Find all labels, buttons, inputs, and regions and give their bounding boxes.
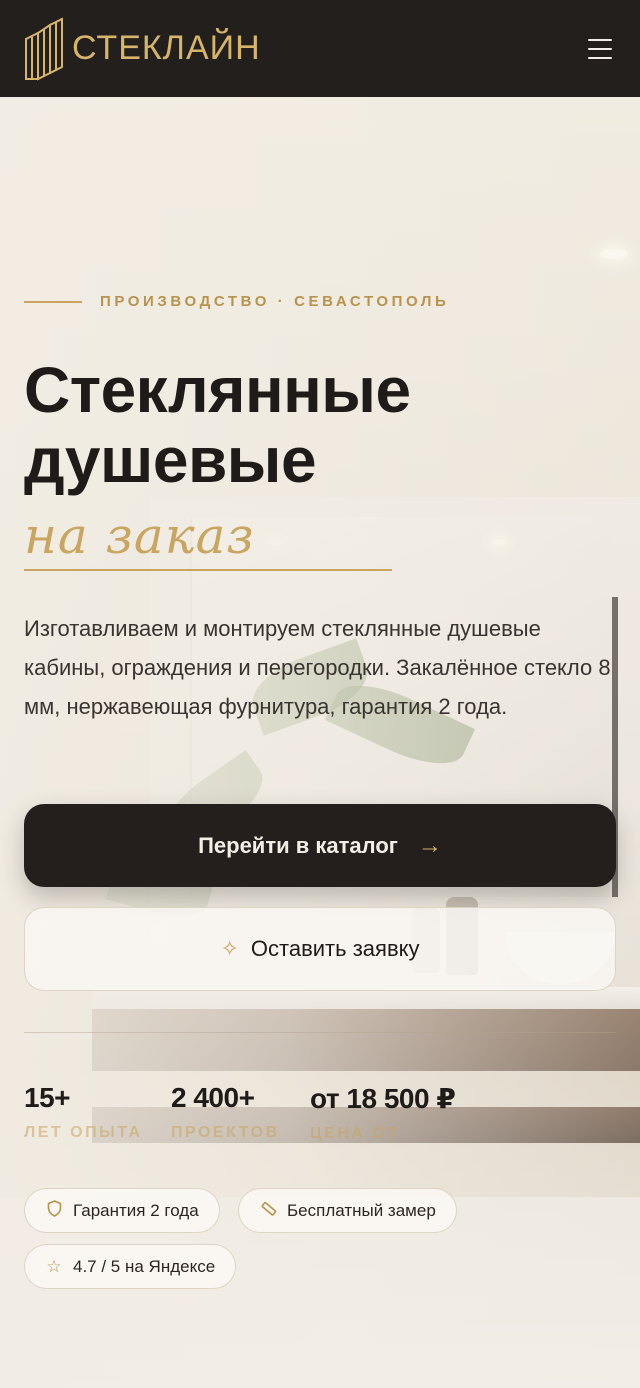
chip-label: Гарантия 2 года: [73, 1200, 199, 1220]
shield-icon: [45, 1199, 63, 1222]
request-button[interactable]: ✧ Оставить заявку: [24, 907, 616, 991]
stat-value: от 18 500 ₽: [310, 1083, 456, 1114]
star-icon: ☆: [46, 1256, 62, 1276]
catalog-button-label: Перейти в каталог: [198, 832, 398, 858]
stat-value: 15+: [24, 1082, 70, 1113]
title-accent: на заказ: [24, 507, 255, 565]
logo[interactable]: СТЕКЛАЙН: [24, 16, 261, 81]
sparkle-icon: ✧: [220, 936, 239, 961]
stat-price: от 18 500 ₽ ЦЕНА ОТ: [310, 1082, 456, 1143]
stat-label: ЛЕТ ОПЫТА: [24, 1124, 143, 1141]
accent-underline: [24, 569, 392, 571]
arrow-right-icon: →: [417, 831, 442, 859]
stats: 15+ ЛЕТ ОПЫТА 2 400+ ПРОЕКТОВ от 18 500 …: [24, 1082, 624, 1142]
title-line-2: душевые: [24, 424, 317, 496]
chip-label: 4.7 / 5 на Яндексе: [73, 1256, 216, 1276]
eyebrow-line: [24, 300, 82, 303]
stat-value: 2 400+: [171, 1082, 255, 1113]
eyebrow: ПРОИЗВОДСТВО · СЕВАСТОПОЛЬ: [24, 293, 449, 310]
stat-label: ПРОЕКТОВ: [171, 1124, 280, 1141]
stat-experience: 15+ ЛЕТ ОПЫТА: [24, 1082, 143, 1142]
glass-panels-logo-icon: [25, 16, 63, 81]
logo-text: СТЕКЛАЙН: [72, 29, 261, 67]
hero-description: Изготавливаем и монтируем стеклянные душ…: [24, 616, 611, 719]
stat-label: ЦЕНА ОТ: [310, 1125, 400, 1142]
stat-projects: 2 400+ ПРОЕКТОВ: [171, 1082, 280, 1142]
chip-label: Бесплатный замер: [287, 1200, 436, 1220]
eyebrow-text: ПРОИЗВОДСТВО · СЕВАСТОПОЛЬ: [100, 293, 450, 310]
ruler-icon: [259, 1200, 277, 1222]
title-line-1: Стеклянные: [24, 354, 411, 426]
chip-free-measure[interactable]: Бесплатный замер: [238, 1188, 457, 1233]
catalog-button[interactable]: Перейти в каталог →: [24, 804, 616, 887]
request-button-label: Оставить заявку: [250, 936, 420, 961]
chip-rating[interactable]: ☆ 4.7 / 5 на Яндексе: [24, 1244, 237, 1289]
hamburger-icon[interactable]: [586, 37, 614, 61]
site-header: СТЕКЛАЙН: [0, 0, 640, 97]
page-title: Стеклянные душевые: [24, 355, 411, 495]
divider: [24, 1032, 616, 1033]
chip-warranty[interactable]: Гарантия 2 года: [24, 1188, 220, 1233]
